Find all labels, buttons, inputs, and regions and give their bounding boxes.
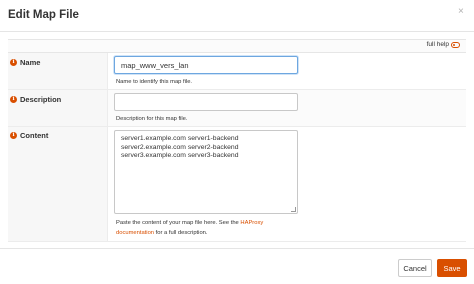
- content-line: server2.example.com server2-backend: [121, 143, 239, 151]
- toggle-off-icon: [451, 41, 460, 48]
- name-label: i Name: [10, 58, 40, 67]
- dialog-title: Edit Map File: [8, 9, 79, 21]
- full-help-toggle[interactable]: full help: [427, 41, 460, 48]
- close-icon[interactable]: ×: [458, 6, 464, 17]
- name-row: i Name map_www_vers_lan Name to identify…: [8, 53, 466, 90]
- resize-handle[interactable]: [291, 207, 296, 212]
- description-label: i Description: [10, 95, 61, 104]
- content-line: server3.example.com server3-backend: [121, 152, 239, 159]
- help-bar: full help: [8, 39, 466, 53]
- dialog-footer: Cancel Save: [0, 248, 474, 284]
- save-button[interactable]: Save: [437, 259, 467, 277]
- content-textarea[interactable]: server1.example.com server1-backend serv…: [114, 130, 298, 214]
- info-icon[interactable]: i: [10, 96, 17, 103]
- content-line: server1.example.com server1-backend: [121, 135, 239, 142]
- info-icon[interactable]: i: [10, 132, 17, 139]
- full-help-label: full help: [426, 41, 449, 48]
- description-input[interactable]: [114, 93, 298, 111]
- name-input[interactable]: map_www_vers_lan: [114, 56, 298, 74]
- cancel-button[interactable]: Cancel: [398, 259, 432, 277]
- description-row: i Description Description for this map f…: [8, 90, 466, 127]
- content-hint: Paste the content of your map file here.…: [116, 220, 264, 236]
- info-icon[interactable]: i: [10, 59, 17, 66]
- description-hint: Description for this map file.: [116, 116, 188, 122]
- documentation-link[interactable]: documentation: [116, 230, 154, 236]
- dialog-header: Edit Map File ×: [0, 0, 474, 32]
- content-row: i Content server1.example.com server1-ba…: [8, 127, 466, 242]
- haproxy-link[interactable]: HAProxy: [240, 220, 263, 226]
- name-hint: Name to identify this map file.: [116, 79, 193, 85]
- content-label: i Content: [10, 131, 48, 140]
